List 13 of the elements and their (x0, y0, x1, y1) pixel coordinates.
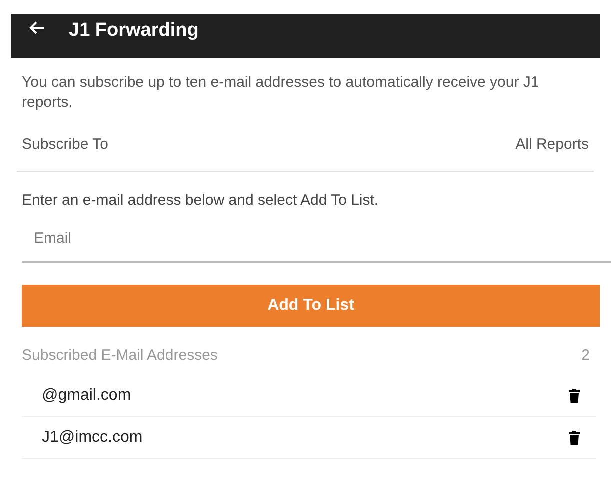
back-arrow-icon[interactable] (29, 21, 45, 35)
subscribe-to-value[interactable]: All Reports (516, 134, 589, 156)
email-field[interactable]: Email (22, 228, 611, 262)
email-address: J1@imcc.com (42, 428, 143, 448)
subscribe-to-label: Subscribe To (22, 135, 108, 155)
instruction-text: Enter an e-mail address below and select Add To List. (21, 190, 380, 210)
subscribed-count: 2 (582, 346, 590, 366)
trash-icon[interactable] (569, 430, 580, 444)
email-address: @gmail.com (42, 386, 132, 406)
trash-icon[interactable] (569, 388, 580, 402)
screen-title: J1 Forwarding (69, 19, 199, 43)
intro-text: You can subscribe up to ten e-mail addresses to automatically receive your J1 reports. (21, 73, 540, 113)
subscribed-heading: Subscribed E-Mail Addresses (22, 346, 218, 366)
